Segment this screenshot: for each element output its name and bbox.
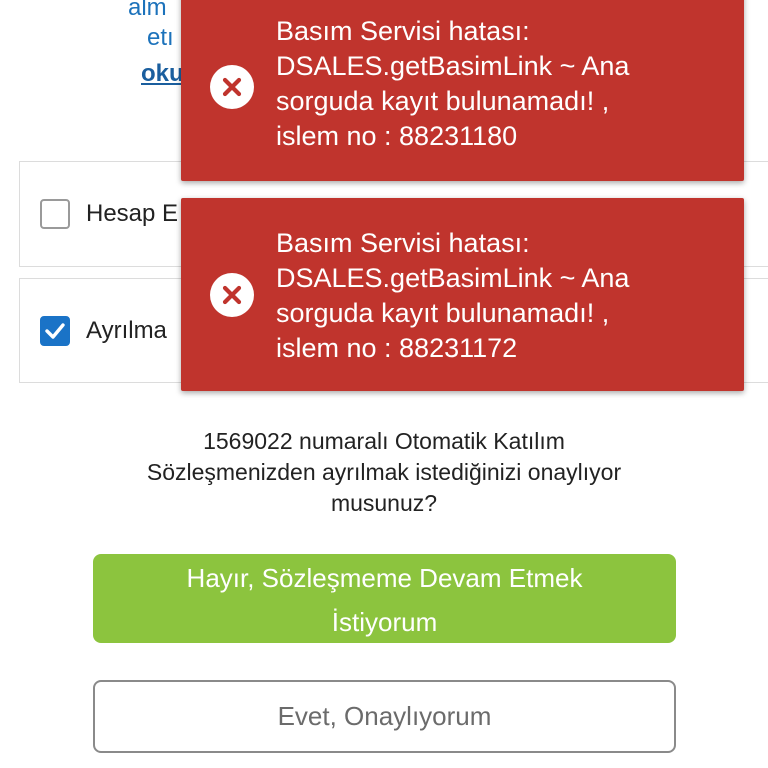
leave-checkbox-checked[interactable] (40, 316, 70, 346)
toast-message: Basım Servisi hatası: DSALES.getBasimLin… (276, 228, 630, 363)
error-x-icon (210, 273, 254, 317)
error-toast[interactable]: Basım Servisi hatası: DSALES.getBasimLin… (181, 198, 744, 391)
account-checkbox[interactable] (40, 199, 70, 229)
error-toast[interactable]: Basım Servisi hatası: DSALES.getBasimLin… (181, 0, 744, 181)
read-link[interactable]: oku (141, 60, 184, 88)
button-label: İstiyorum (331, 607, 438, 637)
checkmark-icon (45, 323, 65, 339)
option-label: Ayrılma (86, 317, 167, 344)
intro-text-fragment: etı (147, 24, 174, 51)
toast-message: Basım Servisi hatası: DSALES.getBasimLin… (276, 16, 630, 151)
button-label: Hayır, Sözleşmeme Devam Etmek (186, 563, 583, 593)
confirm-leave-button[interactable]: Evet, Onaylıyorum (93, 680, 676, 753)
option-label: Hesap E (86, 200, 179, 227)
confirmation-question: 1569022 numaralı Otomatik Katılım Sözleş… (146, 428, 622, 516)
intro-text-fragment: alm (128, 0, 167, 21)
continue-contract-button[interactable]: Hayır, Sözleşmeme Devam Etmek İstiyorum (93, 554, 676, 643)
error-x-icon (210, 65, 254, 109)
